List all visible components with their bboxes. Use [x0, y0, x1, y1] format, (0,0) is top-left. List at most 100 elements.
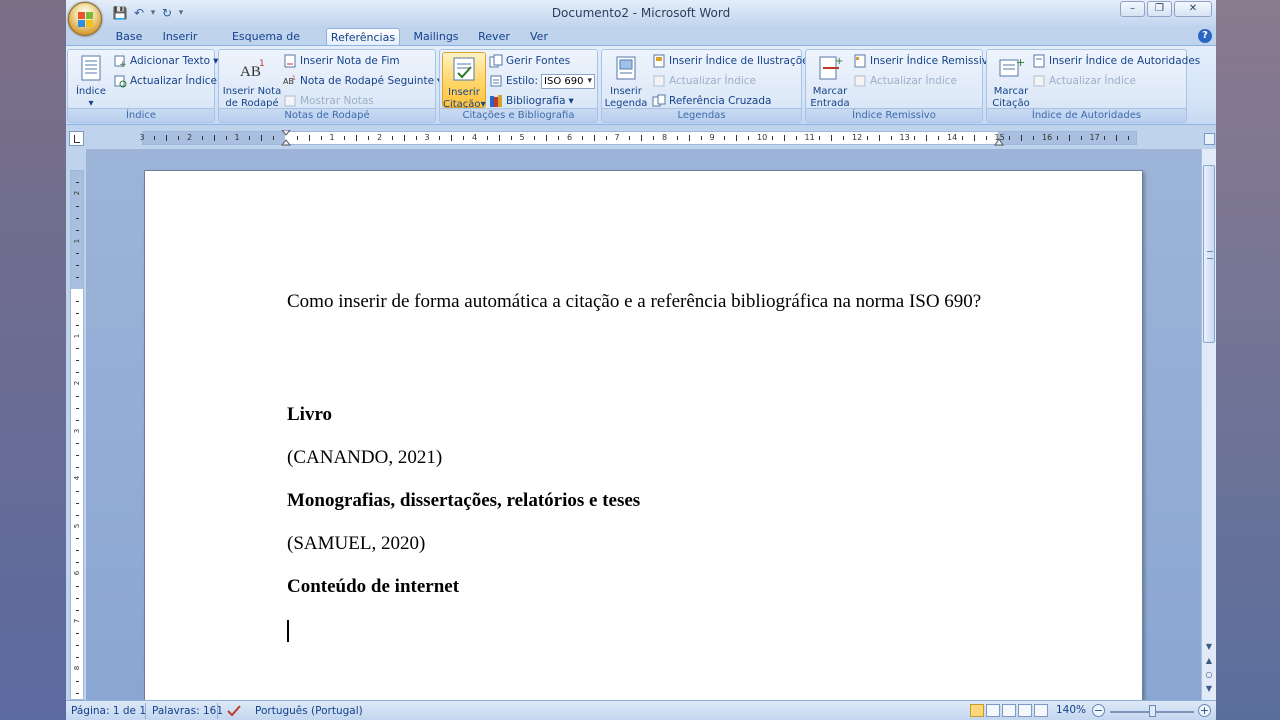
tab-referencias[interactable]: Referências: [326, 28, 400, 46]
ruler-tick: [368, 136, 370, 140]
view-ruler-icon[interactable]: [1204, 133, 1215, 145]
svg-text:1: 1: [259, 59, 265, 69]
restore-button[interactable]: ❐: [1147, 1, 1172, 17]
scroll-down-arrow-icon[interactable]: ▼: [1203, 641, 1215, 653]
vertical-ruler-number: 5: [73, 523, 81, 528]
citation-monografias[interactable]: (SAMUEL, 2020): [287, 530, 1000, 557]
proofing-icon[interactable]: [226, 704, 242, 718]
heading-monografias[interactable]: Monografias, dissertações, relatórios e …: [287, 487, 1000, 514]
marcar-citacao-button[interactable]: + Marcar Citação: [989, 52, 1033, 109]
indice-button[interactable]: Índice ▾: [71, 52, 111, 109]
vertical-ruler-tick: [76, 455, 79, 457]
nota-rodape-seguinte-button[interactable]: AB1 Nota de Rodapé Seguinte▾: [283, 73, 442, 89]
vertical-scrollbar[interactable]: ▼ ▲ ○ ▼: [1201, 149, 1216, 700]
actualizar-indice-ilustracoes-button[interactable]: Actualizar Índice: [652, 73, 756, 89]
outline-view-icon[interactable]: [1018, 704, 1032, 717]
inserir-legenda-button[interactable]: Inserir Legenda: [604, 52, 648, 109]
inserir-citacao-button[interactable]: Inserir Citação▾: [442, 52, 486, 110]
full-screen-reading-view-icon[interactable]: [986, 704, 1000, 717]
video-frame-left: [0, 0, 66, 720]
citation-livro[interactable]: (CANANDO, 2021): [287, 444, 1000, 471]
ruler-tick: [463, 136, 465, 140]
page-count[interactable]: Página: 1 de 1: [71, 704, 146, 718]
tab-inserir[interactable]: Inserir: [160, 28, 200, 46]
table-of-figures-icon: [652, 54, 666, 68]
ruler-tick: [878, 135, 880, 141]
svg-text:+: +: [1016, 56, 1025, 69]
actualizar-indice-autoridades-button[interactable]: Actualizar Índice: [1032, 73, 1136, 89]
inserir-nota-fim-button[interactable]: Inserir Nota de Fim: [283, 53, 400, 69]
inserir-indice-remissivo-button[interactable]: Inserir Índice Remissivo: [853, 53, 994, 69]
horizontal-ruler[interactable]: 3 2 1 1 2 3 4 5 6 7 8 9 10 11 12 13 14 15 16 17: [140, 130, 1137, 147]
tab-ver[interactable]: Ver: [526, 28, 552, 46]
group-label-remissivo: Índice Remissivo: [806, 108, 982, 122]
ruler-tick: [926, 135, 928, 141]
tab-rever[interactable]: Rever: [476, 28, 512, 46]
status-divider: [145, 703, 146, 719]
inserir-indice-autoridades-button[interactable]: Inserir Índice de Autoridades: [1032, 53, 1200, 69]
help-icon[interactable]: ?: [1198, 29, 1212, 43]
referencia-cruzada-button[interactable]: Referência Cruzada: [652, 93, 771, 109]
inserir-indice-ilustracoes-button[interactable]: Inserir Índice de Ilustrações: [652, 53, 814, 69]
mostrar-notas-button[interactable]: Mostrar Notas: [283, 93, 374, 109]
vertical-ruler-tick: [76, 205, 79, 207]
actualizar-indice-remissivo-button[interactable]: Actualizar Índice: [853, 73, 957, 89]
vertical-ruler-tick: [76, 585, 79, 587]
gerir-fontes-button[interactable]: Gerir Fontes: [489, 53, 570, 69]
print-layout-view-icon[interactable]: [970, 704, 984, 717]
marcar-entrada-button[interactable]: + Marcar Entrada: [808, 52, 852, 109]
ruler-number: 6: [567, 133, 573, 142]
refresh-icon: [1032, 74, 1046, 88]
ruler-tick: [166, 135, 168, 141]
vertical-ruler-tick: [76, 443, 79, 445]
vertical-ruler-tick: [76, 360, 79, 362]
group-notas-de-rodape: AB 1 Inserir Nota de Rodapé Inserir Nota …: [218, 49, 442, 123]
bibliografia-button[interactable]: Bibliografia ▾: [489, 93, 574, 109]
ruler-tick: [415, 136, 417, 140]
office-button[interactable]: [68, 2, 102, 36]
ruler-tick: [249, 136, 251, 140]
select-browse-object-icon[interactable]: ○: [1203, 669, 1215, 681]
tab-base[interactable]: Base: [110, 28, 148, 46]
office-logo-icon: [78, 12, 93, 27]
ruler-tick: [700, 136, 702, 140]
ruler-number: 1: [234, 133, 240, 142]
inserir-indice-autoridades-label: Inserir Índice de Autoridades: [1049, 55, 1201, 67]
actualizar-indice-button[interactable]: Actualizar Índice: [113, 73, 217, 89]
web-layout-view-icon[interactable]: [1002, 704, 1016, 717]
zoom-slider-thumb[interactable]: [1149, 705, 1156, 717]
heading-conteudo-internet[interactable]: Conteúdo de internet: [287, 573, 1000, 600]
vertical-ruler-tick: [76, 467, 79, 469]
refresh-icon: [113, 74, 127, 88]
ruler-tick: [783, 135, 785, 141]
vertical-ruler-tick: [76, 348, 79, 350]
zoom-out-icon[interactable]: −: [1092, 704, 1105, 717]
previous-page-icon[interactable]: ▲: [1203, 655, 1215, 667]
word-count[interactable]: Palavras: 161: [152, 704, 223, 718]
zoom-level[interactable]: 140%: [1056, 704, 1086, 716]
estilo-select[interactable]: ISO 690: [541, 73, 596, 89]
zoom-in-icon[interactable]: +: [1198, 704, 1211, 717]
language-indicator[interactable]: Português (Portugal): [255, 704, 363, 718]
indent-marker-icon[interactable]: [281, 130, 291, 147]
adicionar-texto-button[interactable]: + Adicionar Texto ▾: [113, 53, 218, 70]
draft-view-icon[interactable]: [1034, 704, 1048, 717]
tab-esquema-de-pagina[interactable]: Esquema de Página: [214, 28, 318, 60]
minimize-button[interactable]: –: [1120, 1, 1145, 17]
inserir-indice-ilustracoes-label: Inserir Índice de Ilustrações: [669, 55, 815, 67]
tab-mailings[interactable]: Mailings: [410, 28, 462, 46]
next-page-icon[interactable]: ▼: [1203, 683, 1215, 695]
ruler-tick: [1068, 135, 1070, 141]
ruler-tick: [795, 136, 797, 140]
inserir-nota-rodape-button[interactable]: AB 1 Inserir Nota de Rodapé: [221, 52, 283, 109]
tab-stop-selector[interactable]: [69, 131, 84, 146]
document-page[interactable]: Como inserir de forma automática a citaç…: [144, 170, 1143, 710]
ruler-number: 7: [614, 133, 620, 142]
adicionar-texto-label: Adicionar Texto: [130, 55, 211, 67]
close-button[interactable]: ✕: [1174, 1, 1212, 17]
scrollbar-thumb[interactable]: [1203, 165, 1215, 343]
vertical-ruler-tick: [76, 300, 79, 302]
vertical-ruler[interactable]: 2 1 1 2 3 4 5 6 7 8: [70, 170, 84, 700]
question-paragraph[interactable]: Como inserir de forma automática a citaç…: [287, 288, 1000, 315]
heading-livro[interactable]: Livro: [287, 401, 1000, 428]
